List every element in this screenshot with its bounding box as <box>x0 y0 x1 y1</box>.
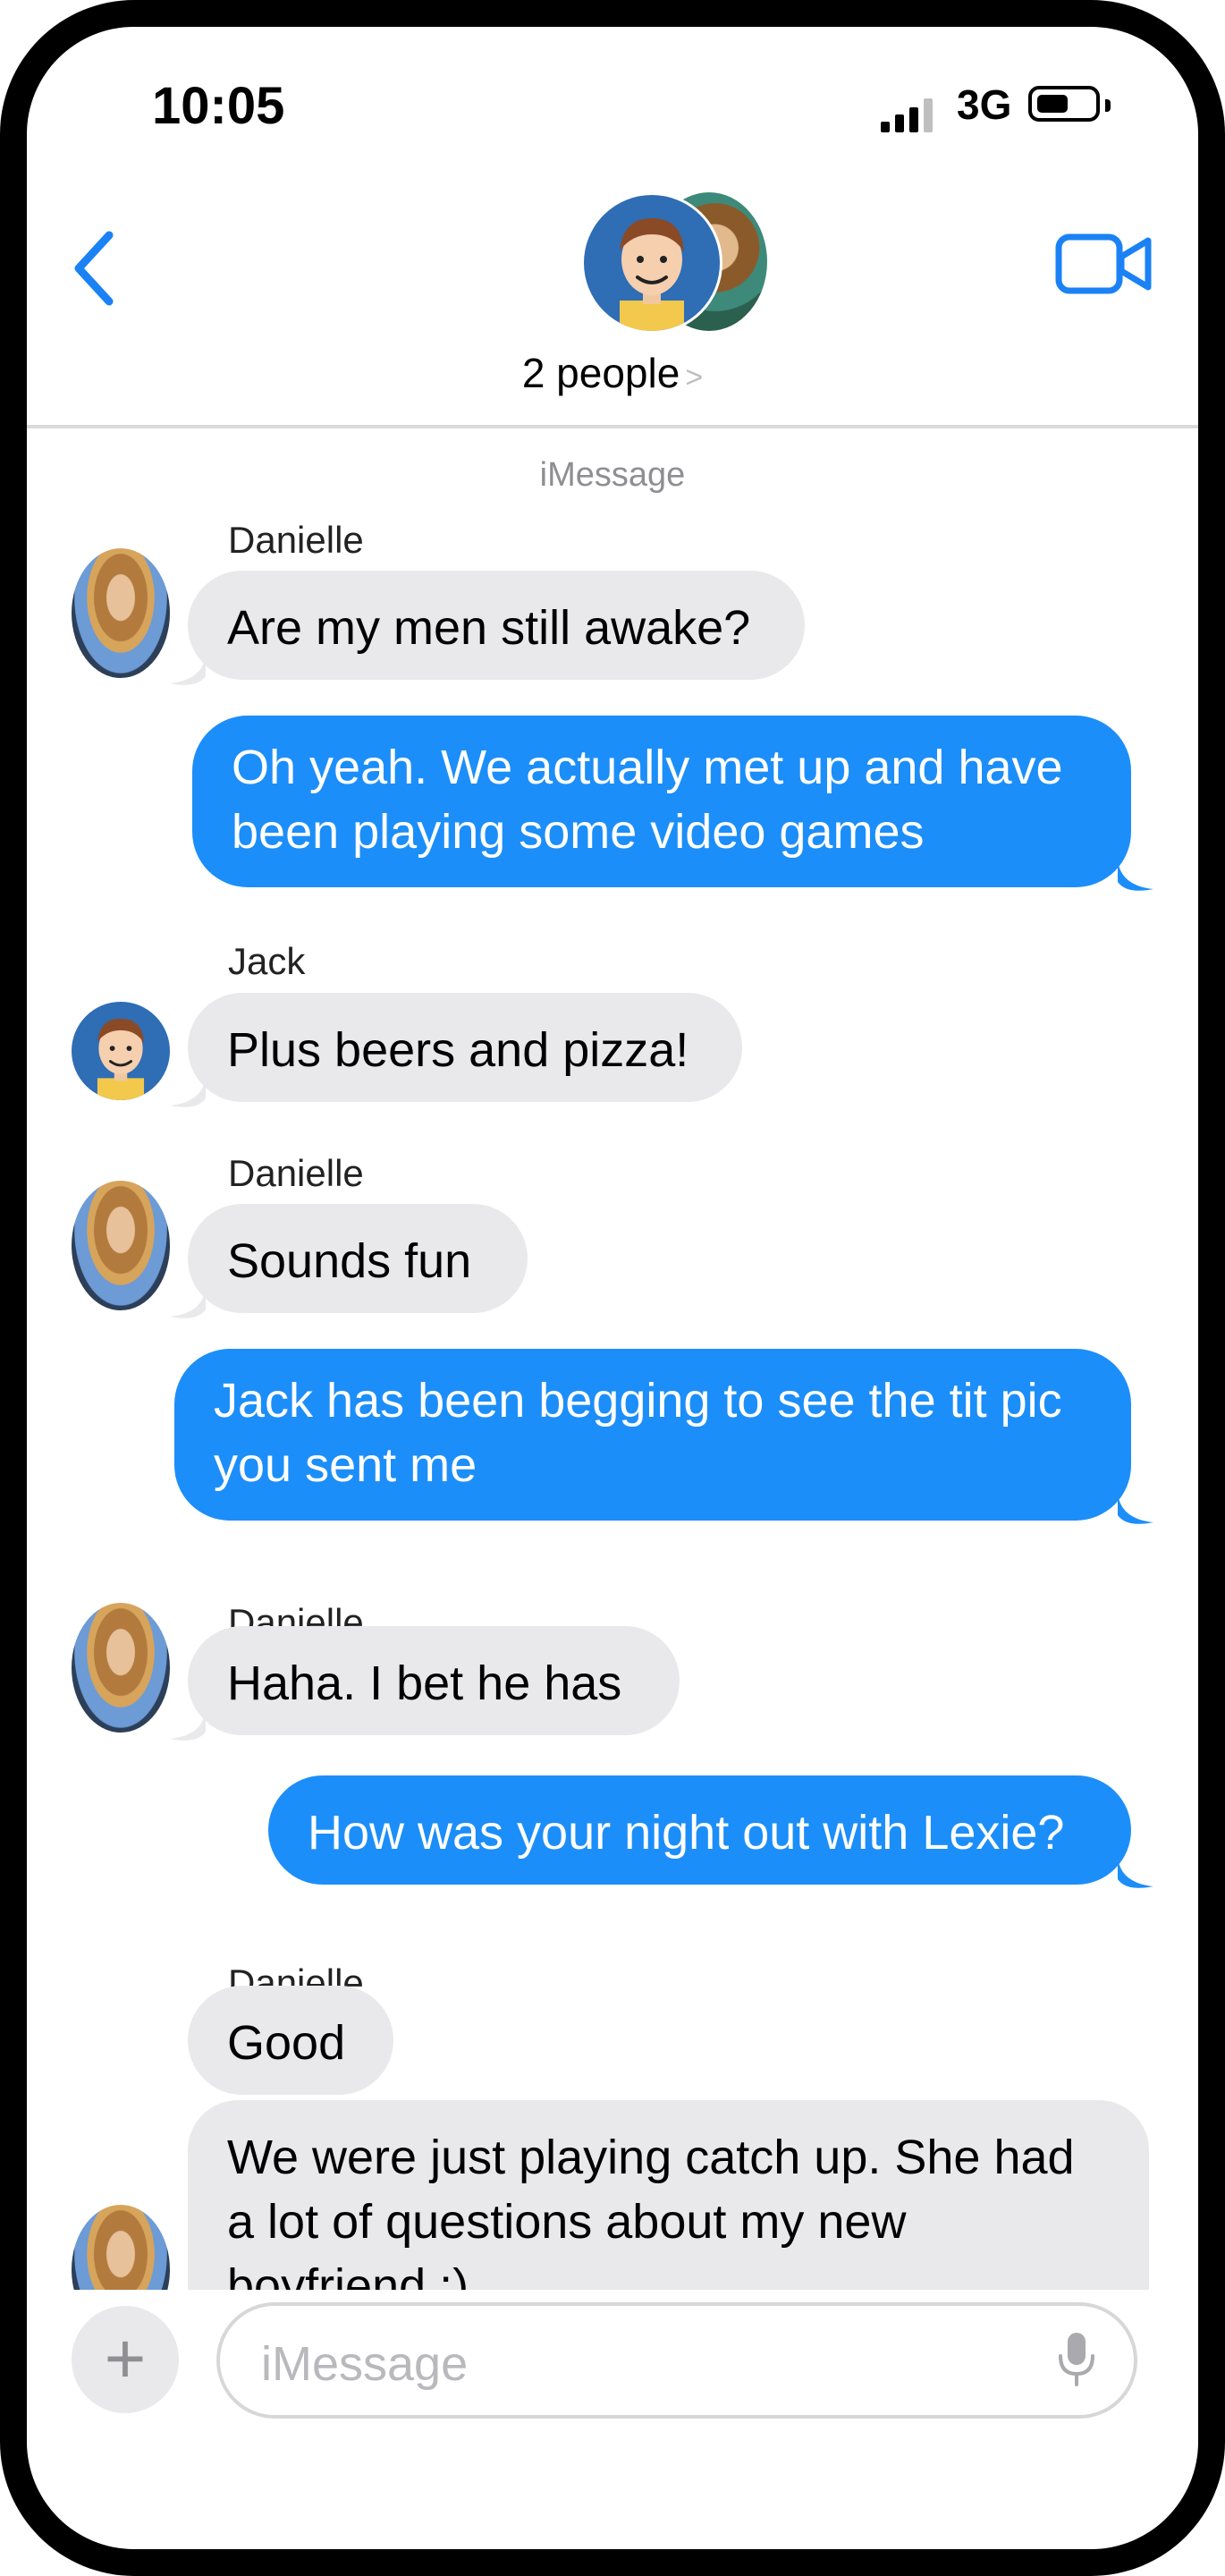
incoming-message: Sounds fun <box>188 1204 528 1313</box>
message-text: Good <box>227 2016 346 2070</box>
message-line: been playing some video games <box>232 805 925 859</box>
incoming-message: Good <box>188 1986 393 2095</box>
message-text: Haha. I bet he has <box>227 1657 622 1710</box>
danielle-avatar <box>72 1181 170 1310</box>
sender-name: Danielle <box>228 1152 364 1194</box>
service-label: iMessage <box>539 456 686 494</box>
sender-name: Jack <box>228 940 306 982</box>
bubble-tail <box>170 653 206 685</box>
messages-screen: 10:05 3G 2 people > iMessage Danielle Ar… <box>27 27 1198 2549</box>
incoming-message: We were just playing catch up. She had a… <box>188 2100 1149 2290</box>
incoming-message: Are my men still awake? <box>188 571 805 680</box>
bubble-tail <box>1118 1492 1153 1524</box>
message-line: Oh yeah. We actually met up and have <box>232 741 1063 794</box>
outgoing-message: Jack has been begging to see the tit pic… <box>174 1349 1131 1521</box>
sender-name: Danielle <box>228 519 364 561</box>
message-input-placeholder: iMessage <box>261 2337 469 2391</box>
danielle-avatar <box>72 2205 170 2290</box>
message-line: a lot of questions about my new <box>227 2195 907 2249</box>
plus-icon: + <box>104 2318 147 2398</box>
conversation-area[interactable]: iMessage Danielle Are my men still awake… <box>27 27 1198 2290</box>
bubble-tail <box>1118 859 1153 891</box>
message-line: We were just playing catch up. She had <box>227 2131 1075 2184</box>
message-text: Sounds fun <box>227 1234 472 1288</box>
jack-avatar <box>72 1002 170 1100</box>
microphone-icon[interactable] <box>1057 2331 1096 2388</box>
bubble-tail <box>170 1708 206 1741</box>
message-line: you sent me <box>214 1438 477 1492</box>
message-text: How was your night out with Lexie? <box>308 1806 1065 1860</box>
danielle-avatar <box>72 548 170 678</box>
incoming-message: Plus beers and pizza! <box>188 993 742 1102</box>
add-attachment-button[interactable]: + <box>72 2306 179 2413</box>
incoming-message: Haha. I bet he has <box>188 1626 680 1735</box>
bubble-tail <box>1118 1856 1153 1888</box>
danielle-avatar <box>72 1603 170 1733</box>
outgoing-message: Oh yeah. We actually met up and have bee… <box>192 716 1131 887</box>
message-input[interactable]: iMessage <box>216 2302 1137 2419</box>
message-line: Jack has been begging to see the tit pic <box>214 1374 1062 1428</box>
outgoing-message: How was your night out with Lexie? <box>268 1775 1131 1885</box>
message-text: Are my men still awake? <box>227 601 751 655</box>
message-line: boyfriend :) <box>227 2259 469 2290</box>
message-text: Plus beers and pizza! <box>227 1023 689 1077</box>
bubble-tail <box>170 1286 206 1318</box>
bubble-tail <box>170 1075 206 1107</box>
